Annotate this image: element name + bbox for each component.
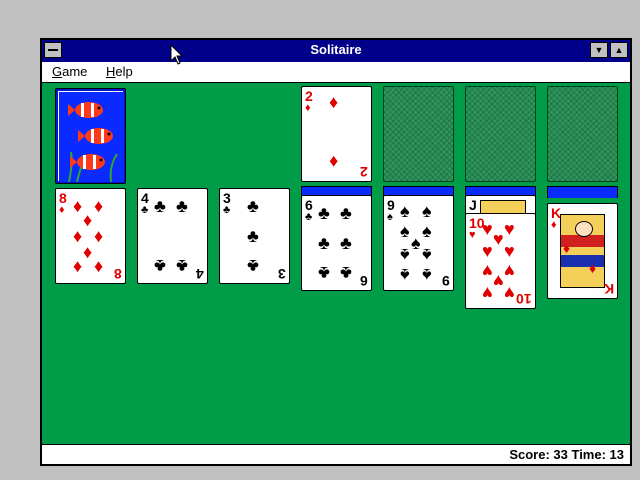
solitaire-window: Solitaire ▼ ▲ Game Help 2 ♦ ♦ ♦ 2 8 ♦ ♦ … — [40, 38, 632, 466]
club-icon: ♣ — [340, 203, 352, 223]
diamond-icon: ♦ — [329, 92, 339, 112]
status-bar: Score: 33 Time: 13 — [42, 444, 630, 464]
tableau-1-card[interactable]: 8 ♦ ♦ ♦ ♦ ♦ ♦ ♦ ♦ ♦ 8 — [55, 188, 126, 284]
heart-icon: ♥ — [504, 241, 515, 261]
club-icon: ♣ — [340, 233, 352, 253]
menu-bar: Game Help — [42, 62, 630, 83]
tableau-5-card[interactable]: 9 ♠ ♠ ♠ ♠ ♠ ♠ ♠ ♠ ♠ ♠ 9 — [383, 195, 454, 291]
spade-icon: ♠ — [422, 201, 432, 221]
diamond-icon: ♦ — [59, 204, 65, 216]
window-title: Solitaire — [310, 42, 362, 57]
card-rank: 4 — [141, 190, 149, 206]
fish-card-back — [58, 91, 124, 182]
tableau-3-card[interactable]: 3 ♣ ♣ ♣ ♣ 3 — [219, 188, 290, 284]
spade-icon: ♠ — [422, 265, 432, 285]
waste-pile-card[interactable]: 2 ♦ ♦ ♦ 2 — [301, 86, 372, 182]
spade-icon: ♠ — [411, 233, 421, 253]
tableau-7-card[interactable]: K ♦ ♦ ♦ K — [547, 203, 618, 299]
diamond-icon: ♦ — [83, 210, 93, 230]
diamond-icon: ♦ — [73, 196, 83, 216]
heart-icon: ♥ — [482, 261, 493, 281]
stock-pile[interactable] — [55, 88, 126, 184]
heart-icon: ♥ — [482, 283, 493, 303]
card-rank: 3 — [223, 190, 231, 206]
card-rank: K — [603, 281, 614, 297]
card-rank: 8 — [59, 190, 67, 206]
tableau-6-card[interactable]: 10 ♥ ♥ ♥ ♥ ♥ ♥ ♥ ♥ ♥ ♥ ♥ 10 — [465, 213, 536, 309]
diamond-icon: ♦ — [551, 219, 557, 231]
foundation-slot-3[interactable] — [547, 86, 618, 182]
spade-icon: ♠ — [387, 211, 393, 223]
club-icon: ♣ — [340, 263, 352, 283]
club-icon: ♣ — [154, 256, 166, 276]
diamond-icon: ♦ — [329, 152, 339, 172]
title-bar[interactable]: Solitaire ▼ ▲ — [42, 40, 630, 62]
club-icon: ♣ — [247, 226, 259, 246]
game-table: 2 ♦ ♦ ♦ 2 8 ♦ ♦ ♦ ♦ ♦ ♦ ♦ ♦ ♦ 8 4 ♣ ♣ ♣ … — [42, 83, 630, 444]
card-rank: 2 — [305, 88, 313, 104]
foundation-slot-2[interactable] — [465, 86, 536, 182]
card-rank: J — [469, 197, 477, 213]
club-icon: ♣ — [176, 256, 188, 276]
heart-icon: ♥ — [493, 229, 504, 249]
diamond-icon: ♦ — [94, 196, 104, 216]
spade-icon: ♠ — [400, 221, 410, 241]
diamond-icon: ♦ — [73, 256, 83, 276]
heart-icon: ♥ — [504, 283, 515, 303]
card-rank: 4 — [196, 266, 204, 282]
spade-icon: ♠ — [400, 265, 410, 285]
heart-icon: ♥ — [482, 219, 493, 239]
club-icon: ♣ — [176, 196, 188, 216]
menu-help[interactable]: Help — [106, 64, 133, 79]
tableau-4-card[interactable]: 6 ♣ ♣ ♣ ♣ ♣ ♣ ♣ 6 — [301, 195, 372, 291]
maximize-button[interactable]: ▲ — [610, 42, 628, 58]
diamond-icon: ♦ — [83, 242, 93, 262]
minimize-button[interactable]: ▼ — [590, 42, 608, 58]
spade-icon: ♠ — [400, 201, 410, 221]
club-icon: ♣ — [305, 211, 313, 223]
club-icon: ♣ — [318, 263, 330, 283]
spade-icon: ♠ — [422, 245, 432, 265]
card-rank: 9 — [387, 197, 395, 213]
heart-icon: ♥ — [504, 261, 515, 281]
diamond-icon: ♦ — [563, 240, 571, 256]
score-time-status: Score: 33 Time: 13 — [509, 447, 624, 462]
heart-icon: ♥ — [469, 229, 476, 241]
club-icon: ♣ — [223, 204, 231, 216]
card-rank: 10 — [516, 291, 532, 307]
tableau-7-facedown — [547, 186, 618, 198]
card-rank: 9 — [442, 273, 450, 289]
club-icon: ♣ — [154, 196, 166, 216]
menu-game[interactable]: Game — [52, 64, 87, 79]
card-rank: 6 — [360, 273, 368, 289]
club-icon: ♣ — [247, 256, 259, 276]
diamond-icon: ♦ — [94, 226, 104, 246]
diamond-icon: ♦ — [305, 102, 311, 114]
heart-icon: ♥ — [493, 271, 504, 291]
card-rank: 8 — [114, 266, 122, 282]
heart-icon: ♥ — [482, 241, 493, 261]
diamond-icon: ♦ — [589, 260, 597, 276]
king-face-art: ♦ ♦ — [560, 214, 605, 288]
card-rank: 3 — [278, 266, 286, 282]
club-icon: ♣ — [141, 204, 149, 216]
card-rank: 6 — [305, 197, 313, 213]
diamond-icon: ♦ — [94, 256, 104, 276]
club-icon: ♣ — [247, 196, 259, 216]
club-icon: ♣ — [318, 203, 330, 223]
foundation-slot-1[interactable] — [383, 86, 454, 182]
heart-icon: ♥ — [504, 219, 515, 239]
diamond-icon: ♦ — [73, 226, 83, 246]
club-icon: ♣ — [318, 233, 330, 253]
spade-icon: ♠ — [422, 221, 432, 241]
tableau-2-card[interactable]: 4 ♣ ♣ ♣ ♣ ♣ 4 — [137, 188, 208, 284]
card-rank: 2 — [360, 164, 368, 180]
spade-icon: ♠ — [400, 245, 410, 265]
